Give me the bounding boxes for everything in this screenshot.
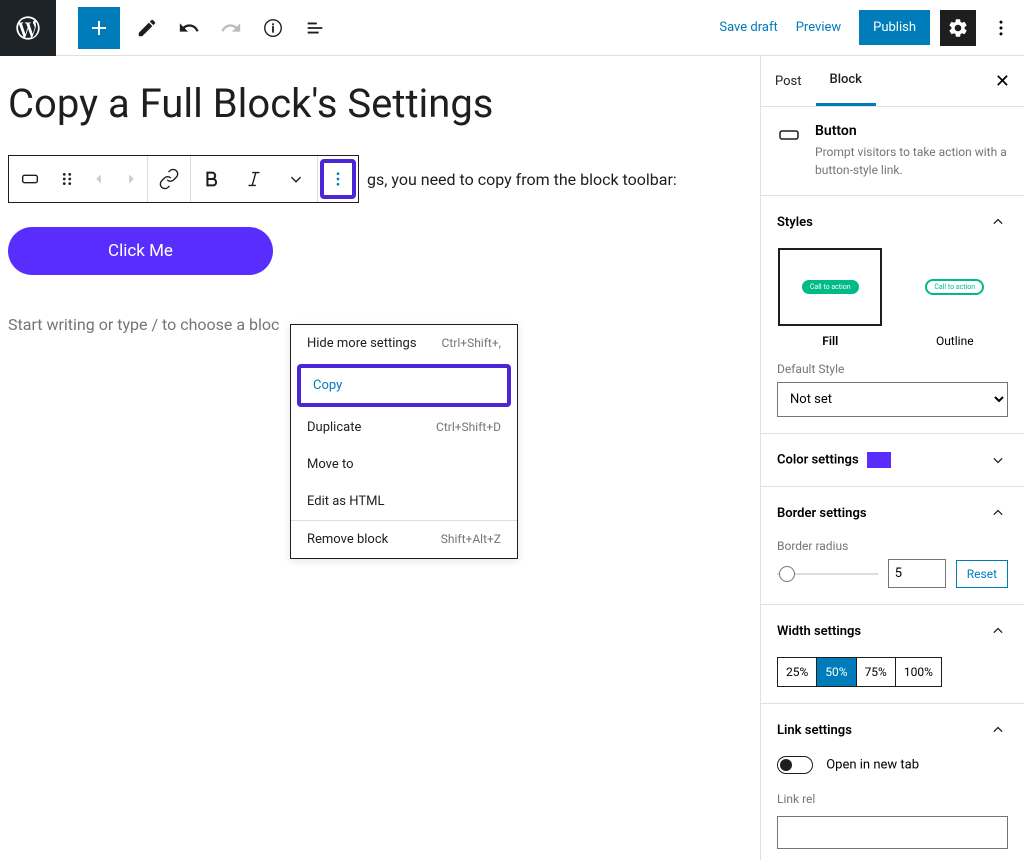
- tab-post[interactable]: Post: [761, 58, 816, 105]
- chevron-up-icon: [988, 212, 1008, 232]
- default-style-select[interactable]: Not set: [777, 382, 1008, 417]
- move-right-button[interactable]: [115, 156, 147, 202]
- editor-canvas: Copy a Full Block's Settings: [0, 56, 760, 860]
- style-outline-option[interactable]: Call to action Outline: [903, 248, 1007, 348]
- open-new-tab-toggle[interactable]: [777, 756, 813, 774]
- remove-block-item[interactable]: Remove blockShift+Alt+Z: [291, 521, 517, 558]
- info-button[interactable]: [252, 7, 294, 49]
- paragraph-fragment: gs, you need to copy from the block tool…: [367, 170, 677, 189]
- edit-html-item[interactable]: Edit as HTML: [291, 483, 517, 520]
- width-75[interactable]: 75%: [857, 658, 896, 686]
- more-options-button[interactable]: [986, 18, 1016, 38]
- chevron-up-icon: [988, 621, 1008, 641]
- block-description: Prompt visitors to take action with a bu…: [815, 143, 1008, 179]
- block-type-button[interactable]: [9, 156, 51, 202]
- top-toolbar: Save draft Preview Publish: [0, 0, 1024, 56]
- width-100[interactable]: 100%: [896, 658, 941, 686]
- move-left-button[interactable]: [83, 156, 115, 202]
- width-25[interactable]: 25%: [778, 658, 817, 686]
- color-swatch: [867, 452, 891, 468]
- add-block-button[interactable]: [78, 7, 120, 49]
- style-fill-option[interactable]: Call to action Fill: [778, 248, 882, 348]
- outline-button[interactable]: [294, 7, 336, 49]
- button-block[interactable]: Click Me: [8, 227, 273, 275]
- border-radius-input[interactable]: [888, 559, 946, 588]
- block-options-dropdown: Hide more settingsCtrl+Shift+, Copy Dupl…: [290, 324, 518, 559]
- link-rel-label: Link rel: [777, 792, 1008, 806]
- duplicate-item[interactable]: DuplicateCtrl+Shift+D: [291, 409, 517, 446]
- width-50[interactable]: 50%: [817, 658, 856, 686]
- styles-panel-toggle[interactable]: Styles: [761, 196, 1024, 248]
- copy-item[interactable]: Copy: [297, 364, 511, 407]
- more-formatting-button[interactable]: [275, 156, 317, 202]
- preview-link[interactable]: Preview: [796, 20, 841, 35]
- close-sidebar-button[interactable]: ✕: [995, 71, 1010, 92]
- border-radius-slider[interactable]: [777, 573, 878, 575]
- link-panel-toggle[interactable]: Link settings: [761, 704, 1024, 756]
- width-panel-toggle[interactable]: Width settings: [761, 605, 1024, 657]
- settings-button[interactable]: [940, 10, 976, 46]
- open-new-tab-label: Open in new tab: [826, 758, 919, 773]
- default-style-label: Default Style: [777, 362, 1008, 376]
- hide-more-settings-item[interactable]: Hide more settingsCtrl+Shift+,: [291, 325, 517, 362]
- settings-sidebar: Post Block ✕ Button Prompt visitors to t…: [760, 56, 1024, 860]
- link-button[interactable]: [148, 156, 190, 202]
- redo-button[interactable]: [210, 7, 252, 49]
- block-toolbar: [8, 155, 359, 203]
- chevron-down-icon: [988, 450, 1008, 470]
- post-title[interactable]: Copy a Full Block's Settings: [8, 80, 760, 127]
- width-options: 25% 50% 75% 100%: [777, 657, 942, 687]
- edit-mode-button[interactable]: [126, 7, 168, 49]
- block-more-options-button[interactable]: [320, 159, 356, 199]
- link-rel-input[interactable]: [777, 816, 1008, 849]
- save-draft-link[interactable]: Save draft: [719, 20, 777, 35]
- italic-button[interactable]: [233, 156, 275, 202]
- block-name: Button: [815, 123, 1008, 139]
- tab-block[interactable]: Block: [816, 56, 876, 106]
- border-radius-label: Border radius: [777, 539, 1008, 553]
- undo-button[interactable]: [168, 7, 210, 49]
- publish-button[interactable]: Publish: [859, 10, 930, 45]
- chevron-up-icon: [988, 720, 1008, 740]
- color-panel-toggle[interactable]: Color settings: [761, 434, 1024, 486]
- border-panel-toggle[interactable]: Border settings: [761, 487, 1024, 539]
- move-to-item[interactable]: Move to: [291, 446, 517, 483]
- reset-button[interactable]: Reset: [956, 560, 1008, 588]
- bold-button[interactable]: [191, 156, 233, 202]
- chevron-up-icon: [988, 503, 1008, 523]
- button-block-icon: [777, 123, 801, 147]
- drag-handle-icon[interactable]: [51, 156, 83, 202]
- wordpress-logo[interactable]: [0, 0, 56, 56]
